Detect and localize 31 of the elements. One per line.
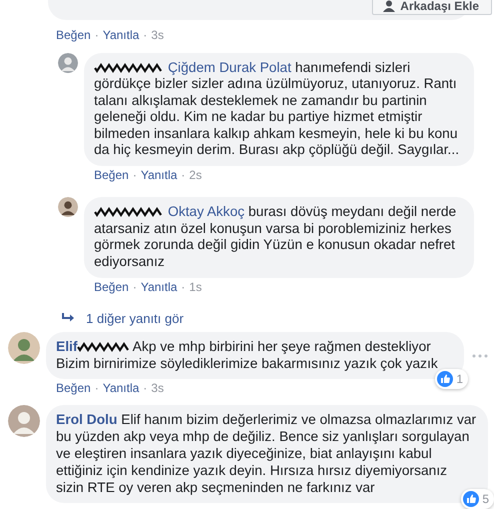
author-name[interactable]: Elif	[56, 339, 78, 354]
avatar[interactable]	[8, 332, 40, 364]
view-more-replies-link[interactable]: 1 diğer yanıtı gör	[86, 310, 184, 326]
separator-dot: ·	[132, 168, 137, 182]
reply-link[interactable]: Yanıtla	[140, 168, 178, 182]
more-options-icon[interactable]	[472, 354, 488, 358]
add-friend-button[interactable]: Arkadaşı Ekle	[372, 0, 492, 15]
mention-link[interactable]: Çiğdem Durak Polat	[168, 60, 292, 75]
reply-link[interactable]: Yanıtla	[102, 28, 140, 42]
separator-dot: ·	[143, 28, 148, 42]
separator-dot: ·	[94, 381, 99, 396]
separator-dot: ·	[143, 381, 148, 396]
separator-dot: ·	[181, 280, 186, 294]
like-link[interactable]: Beğen	[56, 381, 91, 396]
like-link[interactable]: Beğen	[94, 280, 129, 294]
separator-dot: ·	[132, 280, 137, 294]
person-icon	[383, 0, 396, 12]
reply-link[interactable]: Yanıtla	[140, 280, 178, 294]
like-link[interactable]: Beğen	[94, 168, 129, 182]
comment-text: Çiğdem Durak Polat hanımefendi sizleri gördükçe bizler sizler adına üzülmüyoruz, utanıyoruz. Rantı talanı alkışlamak desteklemek ne zamandır bu partinin geleneği oldu. Kim ne kadar bu partiye hizmet etmiştir bilmeden insanlara kalkıp ahkam kesmeyin, hele ki bu konu da hiç kesmeyin derim. Burası akp çöplüğü değil. Saygılar...	[84, 53, 474, 166]
comment-text: Oktay Akkoç burası dövüş meydanı değil nerde atarsaniz atın özel konuşun varsa bi poroblemiziniz herkes görmek zorunda değil gidin Yüzün e konusun okadar nefret ediyorsanız	[84, 197, 474, 278]
author-name[interactable]: Erol Dolu	[56, 412, 118, 428]
avatar[interactable]	[58, 197, 78, 218]
thumbs-up-icon	[437, 371, 454, 388]
reply-link[interactable]: Yanıtla	[102, 381, 140, 396]
thumbs-up-icon	[463, 491, 480, 508]
like-link[interactable]: Beğen	[56, 28, 91, 42]
separator-dot: ·	[181, 168, 186, 182]
reply-arrow-icon	[62, 313, 76, 324]
separator-dot: ·	[94, 28, 99, 42]
mention-link[interactable]: Oktay Akkoç	[168, 204, 245, 220]
